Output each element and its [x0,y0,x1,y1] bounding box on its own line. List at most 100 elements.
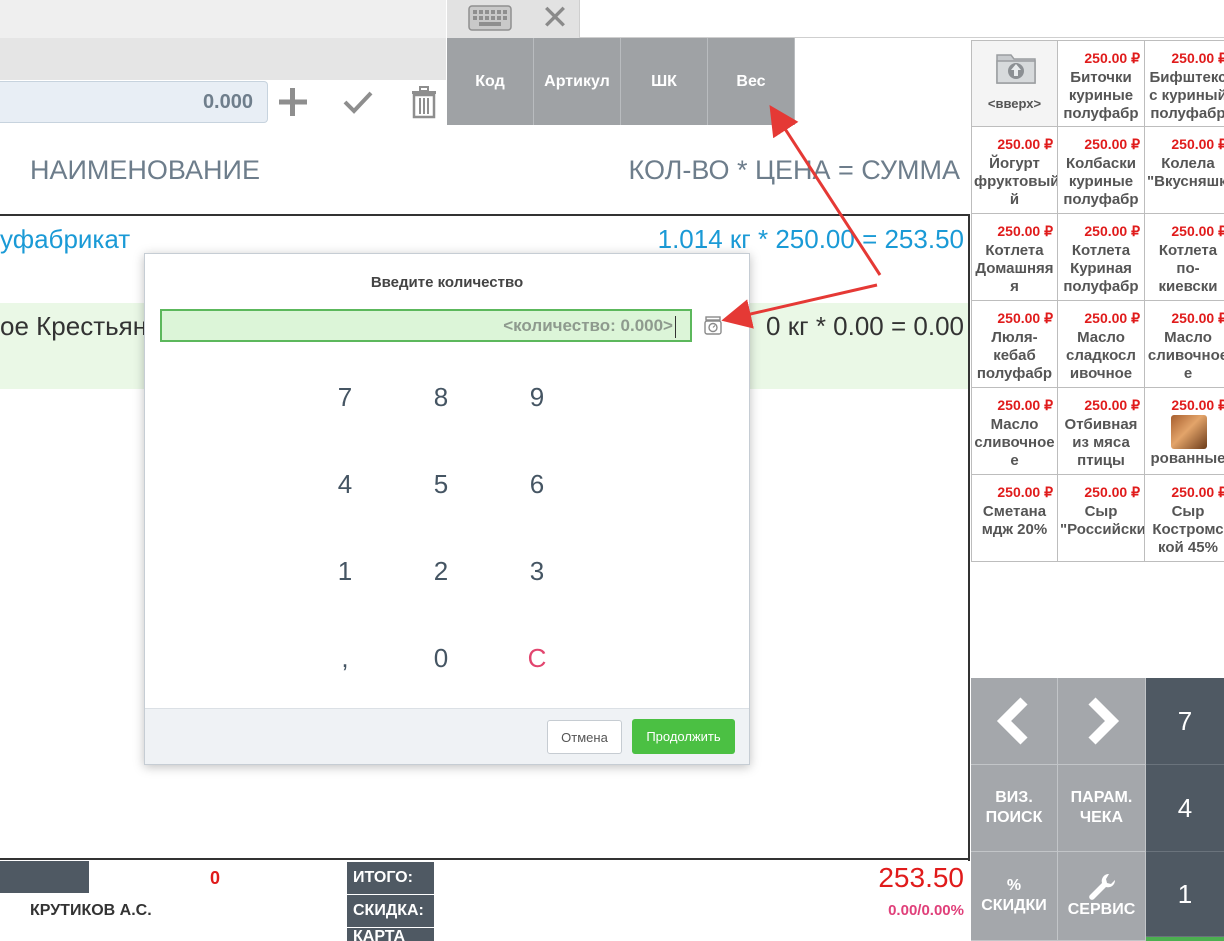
numpad-key-5[interactable]: 5 [393,441,489,528]
continue-button[interactable]: Продолжить [632,719,735,754]
product-price: 250.00 ₽ [1084,223,1140,239]
dialog-quantity-input[interactable]: <количество: 0.000> [160,309,692,342]
total-value: 253.50 [878,862,964,893]
product-name: Масло сладкосл ивочное [1066,329,1136,382]
product-tile[interactable]: 250.00 ₽ Сыр "Российский [1058,475,1145,562]
check-icon[interactable] [340,84,376,120]
chevron-right-icon [1087,697,1119,745]
product-name: Масло сливочное е [1147,329,1224,382]
quantity-dialog: Введите количество <количество: 0.000> 7… [144,253,750,765]
discounts-label: СКИДКИ [981,897,1047,914]
product-price: 250.00 ₽ [1084,397,1140,413]
dialog-title: Введите количество [370,274,524,291]
service-button[interactable]: СЕРВИС [1058,852,1146,941]
receipt-line-calc: 0 кг * 0.00 = 0.00 [766,311,964,341]
chevron-left-icon [996,697,1028,745]
product-tile[interactable]: 250.00 ₽ Бифштекс с куриный полуфабр [1145,40,1224,127]
numpad-key-1[interactable]: 1 [297,528,393,615]
cancel-button[interactable]: Отмена [547,720,622,754]
mode-article-button[interactable]: Артикул [534,38,621,125]
tool-strip-right [579,0,1224,38]
dialog-footer: Отмена Продолжить [145,708,749,764]
numpad-key-9[interactable]: 9 [489,354,585,441]
visual-search-button[interactable]: ВИЗ. ПОИСК [971,765,1058,852]
numpad-key-3[interactable]: 3 [489,528,585,615]
product-price: 250.00 ₽ [997,310,1053,326]
product-tile[interactable]: 250.00 ₽ Колбаски куриные полуфабр [1058,127,1145,214]
receipt-line-name: уфабрикат [0,224,131,254]
header-divider [0,214,970,216]
numkey-7[interactable]: 7 [1146,678,1224,765]
product-tile[interactable]: 250.00 ₽ Масло сливочное е [971,388,1058,475]
numkey-1[interactable]: 1 [1146,852,1224,937]
column-header-qty-price-sum: КОЛ-ВО * ЦЕНА = СУММА [628,155,960,185]
scale-icon[interactable] [704,315,722,335]
product-name: Котлета Куриная полуфабр [1063,242,1139,295]
product-name: Йогурт фруктовый й [974,155,1058,208]
discounts-button[interactable]: % СКИДКИ [971,852,1058,941]
product-tile[interactable]: 250.00 ₽ Йогурт фруктовый й [971,127,1058,214]
product-name: Котлета по-киевски [1158,242,1218,295]
check-params-button[interactable]: ПАРАМ. ЧЕКА [1058,765,1146,852]
keyboard-icon[interactable] [468,5,512,31]
product-tile[interactable]: 250.00 ₽ Сыр Костромс кой 45% [1145,475,1224,562]
card-label: КАРТА [347,928,434,941]
mode-barcode-button[interactable]: ШК [621,38,708,125]
service-label: СЕРВИС [1067,901,1136,918]
product-tile[interactable]: 250.00 ₽ Биточки куриные полуфабр [1058,40,1145,127]
product-tile[interactable]: 250.00 ₽ Котлета по-киевски [1145,214,1224,301]
product-tile[interactable]: 250.00 ₽ Котлета Домашняя я [971,214,1058,301]
folder-up-icon [996,54,1036,84]
dialog-numpad: 7 8 9 4 5 6 1 2 3 , 0 C [297,354,585,702]
product-price: 250.00 ₽ [1084,50,1140,66]
prev-page-button[interactable] [971,678,1058,765]
discount-value: 0.00/0.00% [888,902,964,919]
close-icon[interactable]: ✕ [540,1,570,35]
product-price: 250.00 ₽ [1084,484,1140,500]
numpad-key-2[interactable]: 2 [393,528,489,615]
product-tile[interactable]: 250.00 ₽ Сметана мдж 20% [971,475,1058,562]
mode-weight-button[interactable]: Вес [708,38,795,125]
product-name: Котлета Домашняя я [975,242,1054,295]
receipt-line-name: ое Крестьян [0,311,148,341]
product-name: Люля-кебаб полуфабр [976,329,1053,382]
sub-bar [0,38,446,80]
numpad-key-7[interactable]: 7 [297,354,393,441]
product-price: 250.00 ₽ [1084,310,1140,326]
product-name: <вверх> [987,96,1042,111]
numpad-key-4[interactable]: 4 [297,441,393,528]
mode-code-button[interactable]: Код [447,38,534,125]
product-tile[interactable]: 250.00 ₽ Котлета Куриная полуфабр [1058,214,1145,301]
product-name: Отбивная из мяса птицы [1064,416,1138,469]
product-tile[interactable]: 250.00 ₽ Масло сладкосл ивочное [1058,301,1145,388]
quantity-input[interactable]: 0.000 [0,81,268,123]
info-tile [0,861,89,893]
product-price: 250.00 ₽ [1171,223,1224,239]
product-name: Бифштекс с куриный полуфабр [1149,69,1224,122]
product-name: Биточки куриные полуфабр [1063,69,1139,122]
wrench-icon [1088,873,1115,900]
product-tile[interactable]: 250.00 ₽ Люля-кебаб полуфабр [971,301,1058,388]
product-tile[interactable]: 250.00 ₽ Масло сливочное е [1145,301,1224,388]
trash-icon[interactable] [406,84,442,120]
numkey-4[interactable]: 4 [1146,765,1224,852]
receipt-frame-bottom [0,858,970,860]
product-name: Сметана мдж 20% [981,503,1048,538]
product-tile-up[interactable]: <вверх> [971,40,1058,127]
numpad-key-8[interactable]: 8 [393,354,489,441]
product-name: Масло сливочное е [974,416,1055,469]
product-tile[interactable]: 250.00 ₽ Колела "Вкусняшка" [1145,127,1224,214]
numpad-key-6[interactable]: 6 [489,441,585,528]
product-tile[interactable]: 250.00 ₽ Отбивная из мяса птицы [1058,388,1145,475]
counter-value: 0 [210,868,221,888]
pos-screen: ✕ Код Артикул ШК Вес 0.000 НАИМЕНОВАНИЕ … [0,0,1224,941]
product-price: 250.00 ₽ [997,136,1053,152]
numpad-key-clear[interactable]: C [489,615,585,702]
numpad-key-comma[interactable]: , [297,615,393,702]
receipt-line-calc: 1.014 кг * 250.00 = 253.50 [657,224,964,254]
plus-icon[interactable] [275,84,311,120]
product-tile[interactable]: 250.00 ₽ рованные [1145,388,1224,475]
product-price: 250.00 ₽ [997,484,1053,500]
numpad-key-0[interactable]: 0 [393,615,489,702]
next-page-button[interactable] [1058,678,1146,765]
